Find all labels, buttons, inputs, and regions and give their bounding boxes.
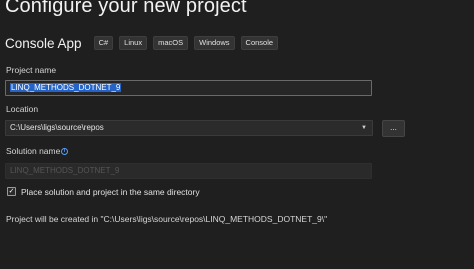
location-value: C:\Users\ligs\source\repos [10,123,104,132]
tag-windows: Windows [194,36,235,50]
page-title: Configure your new project [5,0,247,17]
project-name-input[interactable]: LINQ_METHODS_DOTNET_9 [5,80,372,96]
same-directory-checkbox[interactable]: ✓ [7,187,16,196]
solution-name-input[interactable]: LINQ_METHODS_DOTNET_9 [5,163,372,179]
configure-project-page: Configure your new project Console App C… [0,0,474,269]
browse-button[interactable]: ... [382,120,405,137]
tag-console: Console [240,36,279,50]
project-path-note: Project will be created in "C:\Users\lig… [6,214,328,224]
template-summary: Console App C# Linux macOS Windows Conso… [5,35,284,51]
info-icon[interactable]: i [61,148,68,155]
solution-name-value: LINQ_METHODS_DOTNET_9 [10,166,120,175]
project-name-label: Project name [6,65,57,75]
solution-name-label: Solution name [6,146,61,156]
tag-linux: Linux [119,36,148,50]
dropdown-arrow-icon[interactable]: ▼ [361,121,367,135]
tag-csharp: C# [93,36,114,50]
project-name-value: LINQ_METHODS_DOTNET_9 [10,83,122,92]
template-name: Console App [5,35,82,51]
tag-macos: macOS [153,36,189,50]
location-combobox[interactable]: C:\Users\ligs\source\repos ▼ [5,120,373,136]
same-directory-label[interactable]: Place solution and project in the same d… [21,187,200,197]
location-label: Location [6,104,39,114]
